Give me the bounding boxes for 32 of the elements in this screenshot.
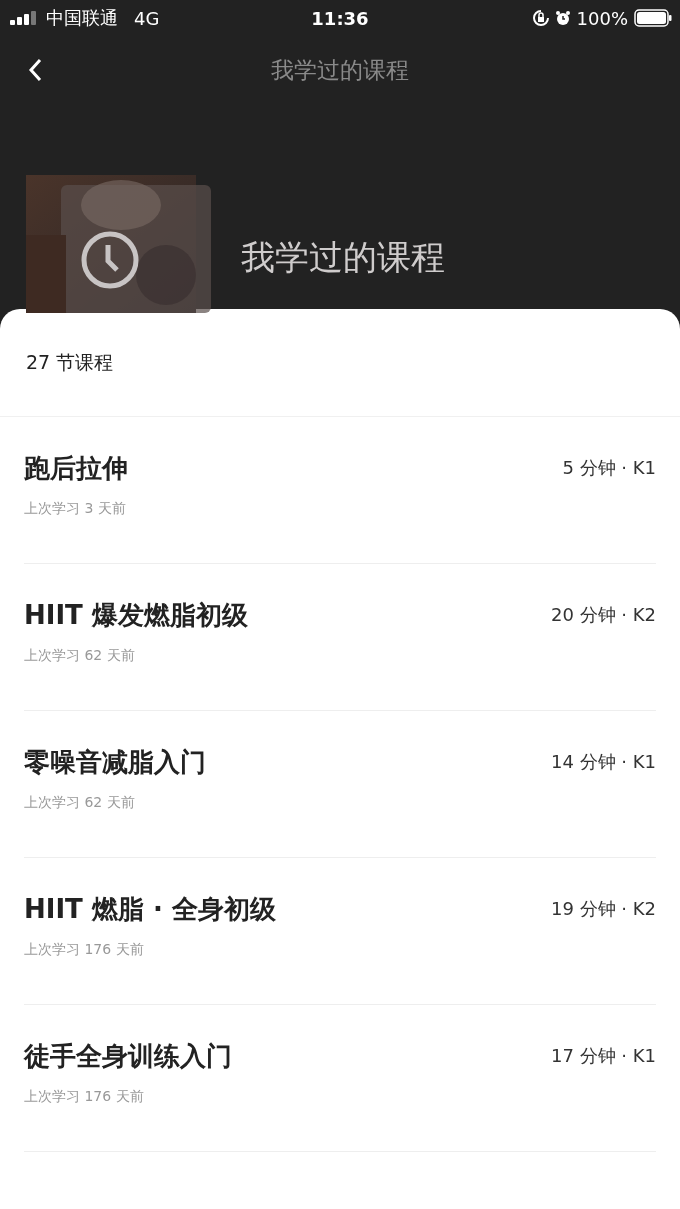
course-item[interactable]: 跑后拉伸 5 分钟 · K1 上次学习 3 天前 xyxy=(24,417,656,564)
chevron-left-icon xyxy=(28,58,42,82)
course-item[interactable]: HIIT 燃脂 · 全身初级 19 分钟 · K2 上次学习 176 天前 xyxy=(24,858,656,1005)
last-studied: 上次学习 176 天前 xyxy=(24,1087,144,1106)
last-studied: 上次学习 62 天前 xyxy=(24,793,135,812)
course-title: HIIT 爆发燃脂初级 xyxy=(24,598,248,632)
last-studied: 上次学习 3 天前 xyxy=(24,499,126,518)
course-item[interactable]: HIIT 爆发燃脂初级 20 分钟 · K2 上次学习 62 天前 xyxy=(24,564,656,711)
course-meta: 17 分钟 · K1 xyxy=(550,1044,656,1068)
carrier-name: 中国联通 xyxy=(46,6,118,30)
last-studied: 上次学习 62 天前 xyxy=(24,646,135,665)
rotation-lock-icon xyxy=(532,10,549,26)
battery-percent: 100% xyxy=(576,7,628,29)
course-meta: 20 分钟 · K2 xyxy=(550,603,656,627)
course-meta: 19 分钟 · K2 xyxy=(550,897,656,921)
course-title: 徒手全身训练入门 xyxy=(24,1039,232,1073)
nav-title: 我学过的课程 xyxy=(270,55,410,85)
course-title: HIIT 燃脂 · 全身初级 xyxy=(24,892,276,926)
course-item[interactable]: 零噪音减脂入门 14 分钟 · K1 上次学习 62 天前 xyxy=(24,711,656,858)
last-studied: 上次学习 176 天前 xyxy=(24,940,144,959)
clock-time: 11:36 xyxy=(310,7,370,29)
course-meta: 14 分钟 · K1 xyxy=(550,750,656,774)
course-item[interactable]: 徒手全身训练入门 17 分钟 · K1 上次学习 176 天前 xyxy=(24,1005,656,1152)
clock-icon xyxy=(81,231,139,289)
network-type: 4G xyxy=(134,7,160,29)
page-heading: 我学过的课程 xyxy=(241,236,445,279)
course-title: 跑后拉伸 xyxy=(24,451,128,485)
course-title: 零噪音减脂入门 xyxy=(24,745,206,779)
course-meta: 5 分钟 · K1 xyxy=(562,456,656,480)
battery-icon xyxy=(634,9,672,27)
course-count: 27 节课程 xyxy=(26,349,114,375)
alarm-icon xyxy=(554,10,571,26)
